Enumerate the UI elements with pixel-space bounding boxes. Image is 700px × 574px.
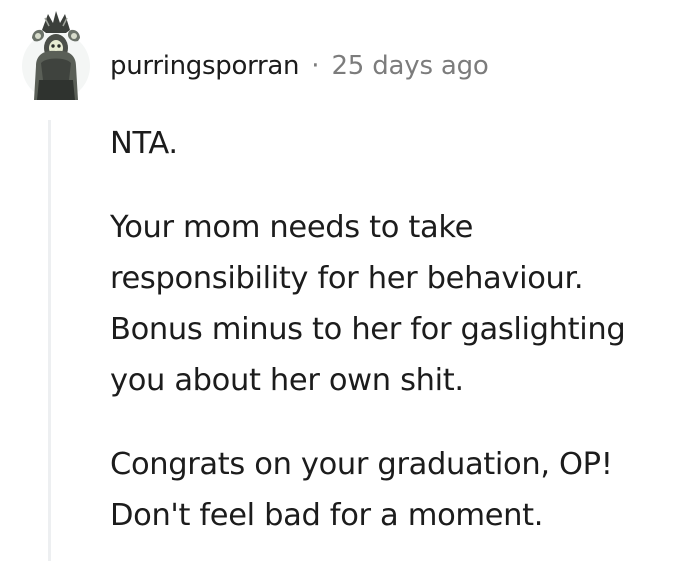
comment-line: responsibility for her behaviour. bbox=[110, 261, 584, 296]
thread-collapse-line[interactable] bbox=[48, 120, 51, 561]
user-avatar-icon[interactable] bbox=[18, 8, 94, 104]
comment-paragraph: NTA. bbox=[110, 118, 695, 169]
comment-line: you about her own shit. bbox=[110, 363, 464, 398]
meta-separator: · bbox=[311, 51, 320, 81]
username-link[interactable]: purringsporran bbox=[110, 51, 300, 81]
comment-line: Congrats on your graduation, OP! bbox=[110, 447, 613, 482]
comment-body: NTA. Your mom needs to take responsibili… bbox=[110, 118, 695, 574]
comment-line: Your mom needs to take bbox=[110, 210, 473, 245]
comment: purringsporran · 25 days ago NTA. Your m… bbox=[0, 0, 700, 561]
comment-paragraph: Congrats on your graduation, OP! Don't f… bbox=[110, 439, 695, 541]
comment-paragraph: Your mom needs to take responsibility fo… bbox=[110, 202, 695, 406]
comment-line: NTA. bbox=[110, 126, 178, 161]
timestamp[interactable]: 25 days ago bbox=[331, 51, 488, 81]
comment-meta: purringsporran · 25 days ago bbox=[110, 48, 489, 84]
comment-line: Bonus minus to her for gaslighting bbox=[110, 312, 626, 347]
comment-line: Don't feel bad for a moment. bbox=[110, 498, 544, 533]
avatar-image bbox=[22, 11, 90, 100]
